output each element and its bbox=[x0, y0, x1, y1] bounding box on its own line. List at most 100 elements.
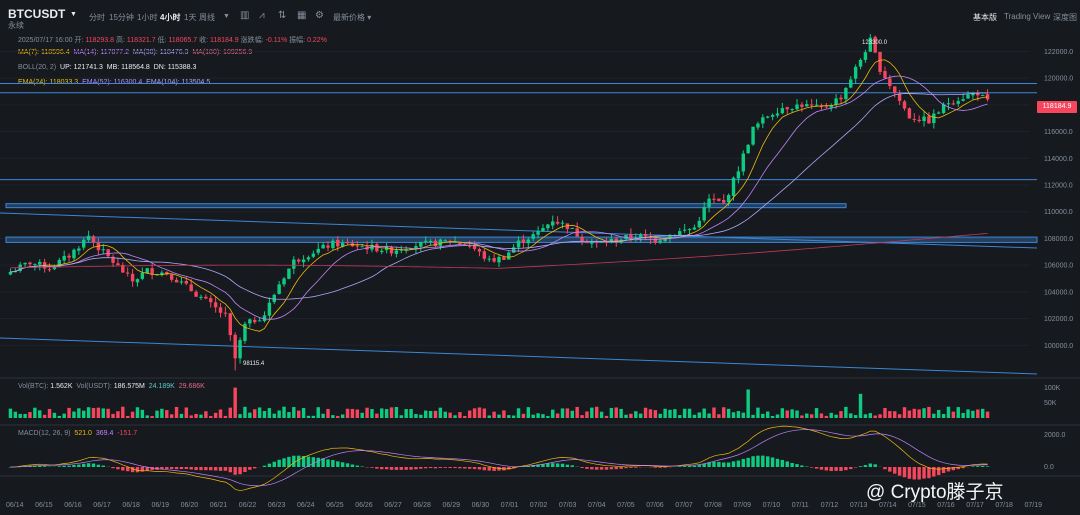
volume-bar bbox=[741, 412, 745, 418]
volume-bar bbox=[912, 408, 916, 418]
volume-bar bbox=[658, 413, 662, 418]
volume-bar bbox=[52, 412, 57, 418]
macd-histogram-bar bbox=[438, 467, 443, 468]
macd-histogram-bar bbox=[599, 467, 604, 470]
volume-bar bbox=[790, 409, 794, 418]
macd-histogram-bar bbox=[316, 457, 320, 467]
volume-bar bbox=[849, 413, 853, 418]
candle-body bbox=[477, 249, 482, 252]
volume-legend[interactable]: Vol(BTC): 1.562K Vol(USDT): 186.575M 24.… bbox=[18, 383, 205, 390]
macd-histogram-bar bbox=[360, 466, 364, 467]
x-tick-label: 07/03 bbox=[559, 502, 577, 509]
candle-body bbox=[257, 320, 262, 322]
volume-bar bbox=[697, 412, 702, 418]
volume-bar bbox=[976, 409, 980, 418]
macd-histogram-bar bbox=[780, 459, 785, 467]
volume-bar bbox=[629, 413, 633, 418]
macd-histogram-bar bbox=[424, 467, 428, 469]
macd-histogram-bar bbox=[218, 467, 223, 471]
volume-bar bbox=[595, 406, 599, 418]
macd-legend[interactable]: MACD(12, 26, 9) 521.0 369.4 -151.7 bbox=[18, 430, 137, 437]
macd-histogram-bar bbox=[697, 465, 702, 467]
volume-bar bbox=[809, 414, 814, 418]
macd-histogram-bar bbox=[228, 467, 233, 473]
macd-histogram-bar bbox=[800, 465, 804, 467]
macd-histogram-bar bbox=[482, 467, 487, 471]
x-tick-label: 06/14 bbox=[6, 502, 24, 509]
candle-body bbox=[253, 319, 257, 323]
candle-body bbox=[125, 272, 130, 274]
volume-bar bbox=[731, 412, 736, 418]
candle-body bbox=[682, 229, 687, 231]
candle-body bbox=[233, 334, 237, 359]
candle-body bbox=[765, 116, 770, 118]
candle-body bbox=[717, 198, 721, 201]
candle-body bbox=[853, 66, 858, 79]
volume-bar bbox=[306, 415, 311, 418]
candle-body bbox=[917, 119, 921, 121]
candle-body bbox=[785, 107, 789, 110]
y-tick-label: 100000.0 bbox=[1044, 343, 1073, 350]
x-tick-label: 06/21 bbox=[210, 502, 228, 509]
volume-bar bbox=[91, 408, 96, 418]
candle-body bbox=[287, 268, 291, 279]
volume-bar bbox=[634, 411, 638, 418]
volume-bar bbox=[380, 408, 384, 418]
macd-histogram-bar bbox=[345, 463, 350, 467]
macd-histogram-bar bbox=[590, 467, 594, 470]
x-tick-label: 06/25 bbox=[326, 502, 344, 509]
volume-bar bbox=[375, 413, 379, 418]
macd-histogram-bar bbox=[736, 460, 741, 467]
macd-histogram-bar bbox=[634, 467, 638, 468]
volume-bar bbox=[853, 415, 858, 418]
candle-body bbox=[531, 234, 535, 239]
volume-bar bbox=[316, 407, 320, 418]
candle-body bbox=[282, 278, 286, 285]
author-watermark: @ Crypto滕子京 bbox=[866, 482, 1004, 503]
candle-body bbox=[174, 279, 179, 283]
candle-body bbox=[272, 294, 276, 303]
volume-bar bbox=[707, 413, 711, 418]
volume-bar bbox=[702, 408, 706, 418]
volume-bar bbox=[883, 407, 887, 418]
macd-histogram-bar bbox=[765, 456, 770, 467]
x-tick-label: 07/06 bbox=[646, 502, 664, 509]
macd-histogram-bar bbox=[756, 455, 760, 467]
volume-bar bbox=[135, 407, 140, 418]
macd-histogram-bar bbox=[629, 467, 633, 468]
volume-bar bbox=[726, 408, 731, 418]
macd-histogram-bar bbox=[179, 467, 184, 470]
lower-trendline bbox=[0, 337, 1038, 375]
macd-histogram-bar bbox=[253, 467, 257, 469]
x-tick-label: 06/18 bbox=[122, 502, 140, 509]
candle-body bbox=[560, 222, 565, 224]
y-tick-label: 104000.0 bbox=[1044, 289, 1073, 296]
volume-bar bbox=[692, 414, 697, 418]
volume-bar bbox=[927, 406, 931, 418]
volume-bar bbox=[77, 408, 81, 418]
candle-body bbox=[536, 231, 540, 235]
macd-histogram-bar bbox=[311, 457, 316, 467]
macd-histogram-bar bbox=[336, 461, 340, 467]
volume-bar bbox=[262, 411, 267, 418]
macd-histogram-bar bbox=[819, 467, 824, 470]
candle-body bbox=[292, 259, 296, 269]
volume-bar bbox=[165, 410, 169, 418]
volume-bar bbox=[604, 415, 609, 418]
macd-histogram-bar bbox=[893, 467, 897, 474]
volume-bar bbox=[585, 411, 589, 418]
candle-body bbox=[741, 153, 745, 172]
candle-body bbox=[814, 104, 819, 106]
volume-bar bbox=[448, 412, 452, 418]
candle-body bbox=[91, 236, 96, 243]
candle-body bbox=[218, 307, 223, 313]
candle-body bbox=[888, 78, 892, 86]
volume-bar bbox=[761, 413, 765, 418]
macd-histogram-bar bbox=[370, 467, 374, 468]
volume-bar bbox=[551, 409, 555, 418]
volume-bar bbox=[47, 408, 52, 418]
x-tick-label: 06/19 bbox=[152, 502, 170, 509]
price-chart[interactable]: 122000.0120000.0118000.0116000.0114000.0… bbox=[0, 0, 1080, 515]
volume-bar bbox=[199, 414, 203, 418]
candle-body bbox=[199, 296, 203, 298]
